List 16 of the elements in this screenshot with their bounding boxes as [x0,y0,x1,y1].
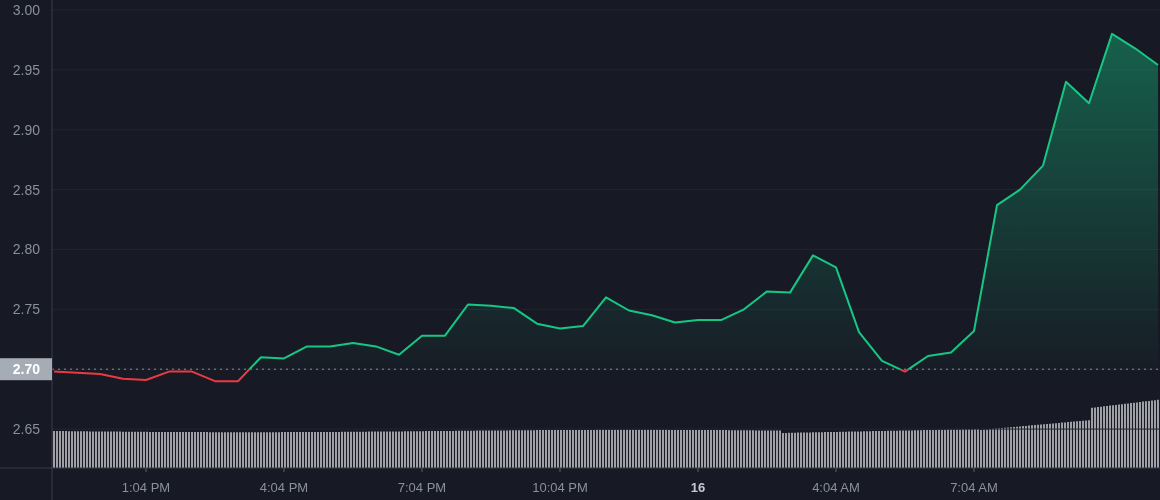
y-tick-label: 2.95 [12,61,40,78]
baseline-price-label: 2.70 [0,358,52,381]
x-tick-label: 10:04 PM [532,480,588,495]
y-tick-label: 2.80 [12,241,40,258]
y-tick-label: 2.90 [12,121,40,138]
x-tick-label: 7:04 AM [950,480,998,495]
y-tick-label: 2.75 [12,301,40,318]
y-tick-label: 2.85 [12,181,40,198]
x-tick-label: 4:04 PM [259,480,309,495]
y-tick-label: 3.00 [12,1,40,18]
x-tick-label: 4:04 AM [812,480,860,495]
y-tick-label: 2.70 [12,361,41,378]
x-tick-label: 7:04 PM [397,480,447,495]
y-tick-label: 2.65 [12,421,40,438]
x-tick-label: 1:04 PM [121,480,171,495]
x-tick-label: 16 [690,480,706,495]
